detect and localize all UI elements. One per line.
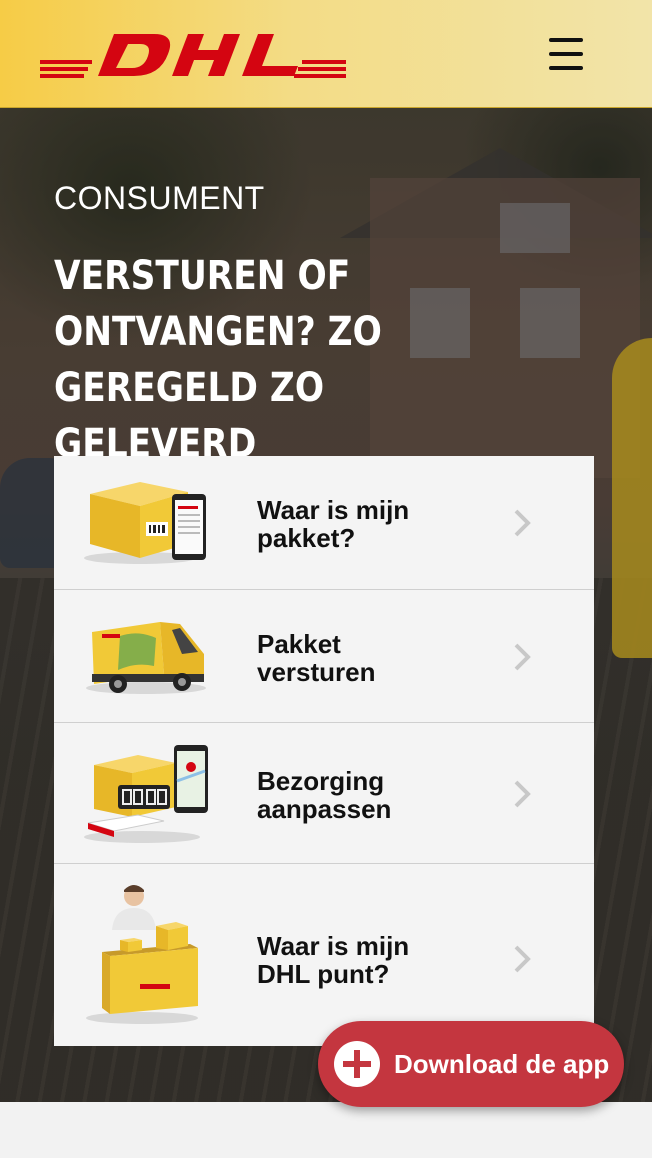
chevron-right-icon xyxy=(512,944,532,974)
card-label-line: DHL punt? xyxy=(257,959,390,989)
card-label-line: Pakket xyxy=(257,629,341,659)
hero-title-line: ONTVANGEN? ZO xyxy=(54,309,382,355)
card-label: Waar is mijn DHL punt? xyxy=(257,932,409,988)
site-header xyxy=(0,0,652,108)
card-send-parcel[interactable]: Pakket versturen xyxy=(54,590,594,723)
hero-eyebrow: CONSUMENT xyxy=(54,180,265,216)
card-find-service-point[interactable]: Waar is mijn DHL punt? xyxy=(54,864,594,1046)
card-track-parcel[interactable]: Waar is mijn pakket? xyxy=(54,456,594,590)
card-label-line: Bezorging xyxy=(257,766,385,796)
card-label-line: Waar is mijn xyxy=(257,931,410,961)
card-label-line: Waar is mijn xyxy=(257,495,410,525)
plus-circle-icon xyxy=(334,1041,380,1087)
card-label-line: pakket? xyxy=(257,523,356,553)
card-label: Waar is mijn pakket? xyxy=(257,496,409,552)
parcel-phone-tracking-icon xyxy=(80,474,210,570)
card-label-line: versturen xyxy=(257,657,376,687)
service-card-list: Waar is mijn pakket? Pakket versturen Be… xyxy=(54,456,594,1046)
service-point-counter-icon xyxy=(80,882,210,1028)
hero-title: VERSTUREN OF ONTVANGEN? ZO GEREGELD ZO G… xyxy=(54,248,501,472)
card-label-line: aanpassen xyxy=(257,794,392,824)
hamburger-menu-icon[interactable] xyxy=(546,34,586,74)
chevron-right-icon xyxy=(512,642,532,672)
download-app-button[interactable]: Download de app xyxy=(318,1021,624,1107)
download-app-label: Download de app xyxy=(394,1049,610,1079)
dhl-logo[interactable] xyxy=(36,30,348,82)
card-label: Bezorging aanpassen xyxy=(257,767,391,823)
chevron-right-icon xyxy=(512,779,532,809)
chevron-right-icon xyxy=(512,508,532,538)
card-change-delivery[interactable]: Bezorging aanpassen xyxy=(54,723,594,864)
delivery-van-icon xyxy=(80,614,210,700)
card-label: Pakket versturen xyxy=(257,630,376,686)
hero-title-line: VERSTUREN OF xyxy=(54,253,351,299)
parcel-clock-calendar-icon xyxy=(80,741,210,847)
page-footer-strip xyxy=(0,1102,652,1158)
